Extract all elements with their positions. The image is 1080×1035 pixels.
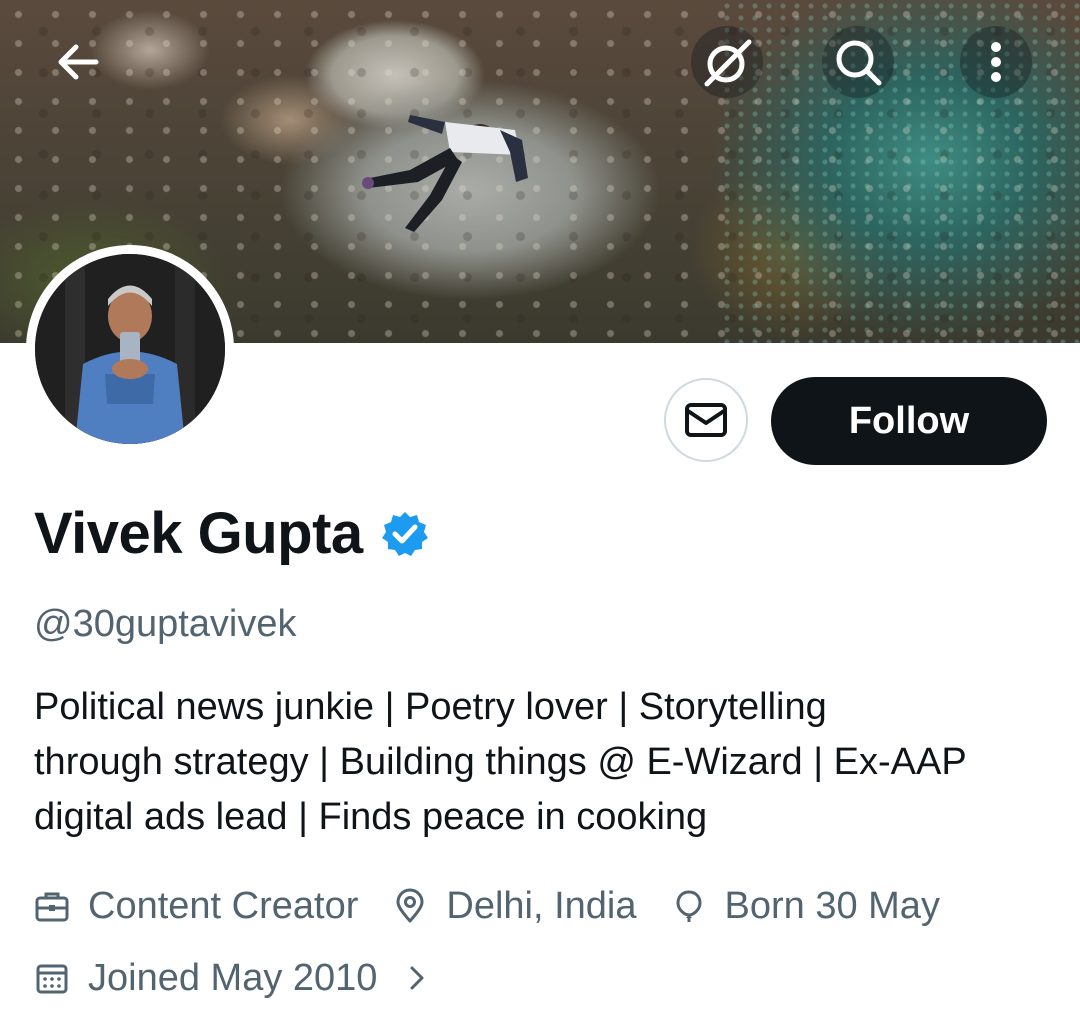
category-text: Content Creator bbox=[88, 885, 359, 927]
bio-line: through strategy | Building things @ E-W… bbox=[34, 741, 967, 783]
back-button[interactable] bbox=[42, 26, 114, 98]
calendar-icon bbox=[36, 964, 68, 994]
verified-badge-icon[interactable] bbox=[381, 510, 429, 558]
follow-button[interactable]: Follow bbox=[771, 377, 1047, 465]
bio: Political news junkie | Poetry lover | S… bbox=[34, 680, 1064, 845]
joined-row[interactable]: Joined May 2010 bbox=[34, 954, 431, 1002]
birthday-item: Born 30 May bbox=[671, 882, 940, 930]
grok-button[interactable] bbox=[691, 26, 763, 98]
balloon-icon bbox=[675, 890, 702, 922]
joined-text: Joined May 2010 bbox=[88, 957, 378, 999]
search-button[interactable] bbox=[822, 26, 894, 98]
more-options-button[interactable] bbox=[960, 26, 1032, 98]
search-icon bbox=[836, 40, 882, 86]
avatar-photo bbox=[35, 254, 225, 444]
banner-person-illustration bbox=[362, 115, 528, 232]
bio-line: Political news junkie | Poetry lover | S… bbox=[34, 686, 827, 728]
bio-line: digital ads lead | Finds peace in cookin… bbox=[34, 796, 708, 838]
location-item: Delhi, India bbox=[392, 882, 637, 930]
grok-icon bbox=[704, 39, 752, 87]
message-button[interactable] bbox=[664, 378, 748, 462]
briefcase-icon bbox=[35, 892, 69, 922]
chevron-right-icon[interactable] bbox=[403, 964, 431, 992]
location-pin-icon bbox=[396, 888, 424, 923]
profile-meta-row: Content Creator Delhi, India Born 30 May bbox=[34, 882, 974, 930]
display-name: Vivek Gupta bbox=[34, 501, 363, 566]
category-item: Content Creator bbox=[34, 882, 358, 930]
location-text: Delhi, India bbox=[446, 885, 637, 927]
avatar[interactable] bbox=[26, 245, 234, 453]
envelope-icon bbox=[685, 403, 727, 437]
arrow-left-icon bbox=[58, 44, 99, 80]
name-row: Vivek Gupta bbox=[34, 498, 429, 570]
birthday-text: Born 30 May bbox=[724, 885, 940, 927]
user-handle: @30guptavivek bbox=[34, 603, 297, 645]
more-vertical-icon bbox=[991, 42, 1001, 82]
